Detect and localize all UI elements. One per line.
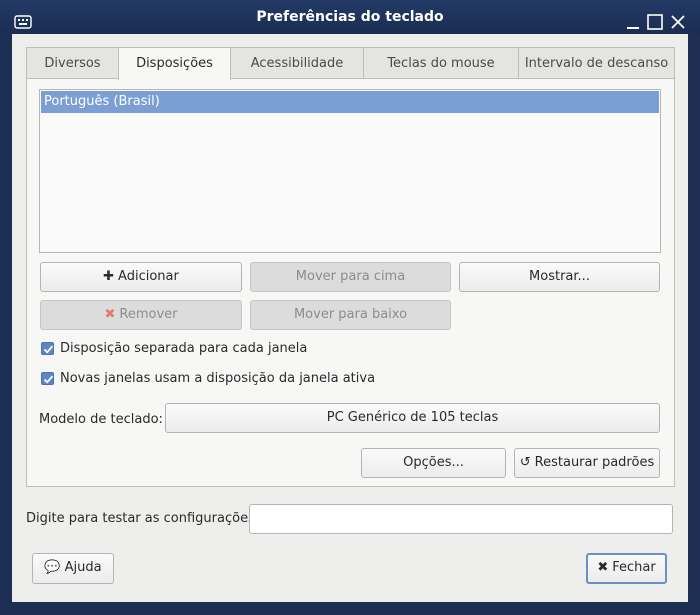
window-title: Preferências do teclado xyxy=(256,9,444,25)
tab-bar: Diversos Disposições Acessibilidade Tecl… xyxy=(26,47,675,80)
close-window-icon[interactable] xyxy=(669,13,687,31)
dialog-content: Diversos Disposições Acessibilidade Tecl… xyxy=(12,34,688,602)
remove-button[interactable]: ✖ Remover xyxy=(40,300,242,330)
remove-button-label: Remover xyxy=(119,307,178,322)
separate-layout-checkbox[interactable] xyxy=(41,342,54,355)
help-icon: 💬 xyxy=(44,560,61,575)
show-button[interactable]: Mostrar... xyxy=(459,262,660,292)
keyboard-model-button[interactable]: PC Genérico de 105 teclas xyxy=(165,403,660,433)
test-input[interactable] xyxy=(249,504,673,534)
tab-disposicoes[interactable]: Disposições xyxy=(118,47,231,80)
new-windows-label[interactable]: Novas janelas usam a disposição da janel… xyxy=(60,371,375,386)
close-button-label: Fechar xyxy=(612,560,656,575)
move-up-button[interactable]: Mover para cima xyxy=(250,262,451,292)
new-windows-checkbox[interactable] xyxy=(41,372,54,385)
remove-x-icon: ✖ xyxy=(104,307,116,322)
minimize-icon[interactable] xyxy=(624,13,642,31)
options-button[interactable]: Opções... xyxy=(361,448,506,478)
list-item[interactable]: Português (Brasil) xyxy=(41,91,659,113)
checkmark-icon xyxy=(43,375,54,384)
reset-button-label: Restaurar padrões xyxy=(534,455,655,470)
layouts-panel: Português (Brasil) ✚ Adicionar Mover para… xyxy=(26,78,675,487)
tab-diversos[interactable]: Diversos xyxy=(26,47,119,79)
reset-icon: ↺ xyxy=(519,455,531,470)
maximize-icon[interactable] xyxy=(646,13,664,31)
help-button-label: Ajuda xyxy=(64,560,102,575)
tab-teclas-do-mouse[interactable]: Teclas do mouse xyxy=(363,47,519,79)
help-button[interactable]: 💬 Ajuda xyxy=(32,553,114,584)
separate-layout-label[interactable]: Disposição separada para cada janela xyxy=(60,341,307,356)
keyboard-model-label: Modelo de teclado: xyxy=(39,412,163,427)
move-down-button[interactable]: Mover para baixo xyxy=(250,300,451,330)
close-x-icon: ✖ xyxy=(597,560,609,575)
plus-icon: ✚ xyxy=(103,269,115,284)
tab-intervalo-de-descanso[interactable]: Intervalo de descanso xyxy=(518,47,675,79)
add-button[interactable]: ✚ Adicionar xyxy=(40,262,242,292)
close-button[interactable]: ✖ Fechar xyxy=(586,553,667,584)
reset-defaults-button[interactable]: ↺ Restaurar padrões xyxy=(514,448,660,478)
title-bar[interactable]: Preferências do teclado xyxy=(0,0,700,34)
tab-acessibilidade[interactable]: Acessibilidade xyxy=(230,47,364,79)
checkmark-icon xyxy=(43,345,54,354)
keyboard-preferences-window: Preferências do teclado Diversos Disposi… xyxy=(0,0,700,615)
layouts-list[interactable]: Português (Brasil) xyxy=(39,89,661,253)
add-button-label: Adicionar xyxy=(118,269,179,284)
test-label: Digite para testar as configurações: xyxy=(26,511,260,526)
